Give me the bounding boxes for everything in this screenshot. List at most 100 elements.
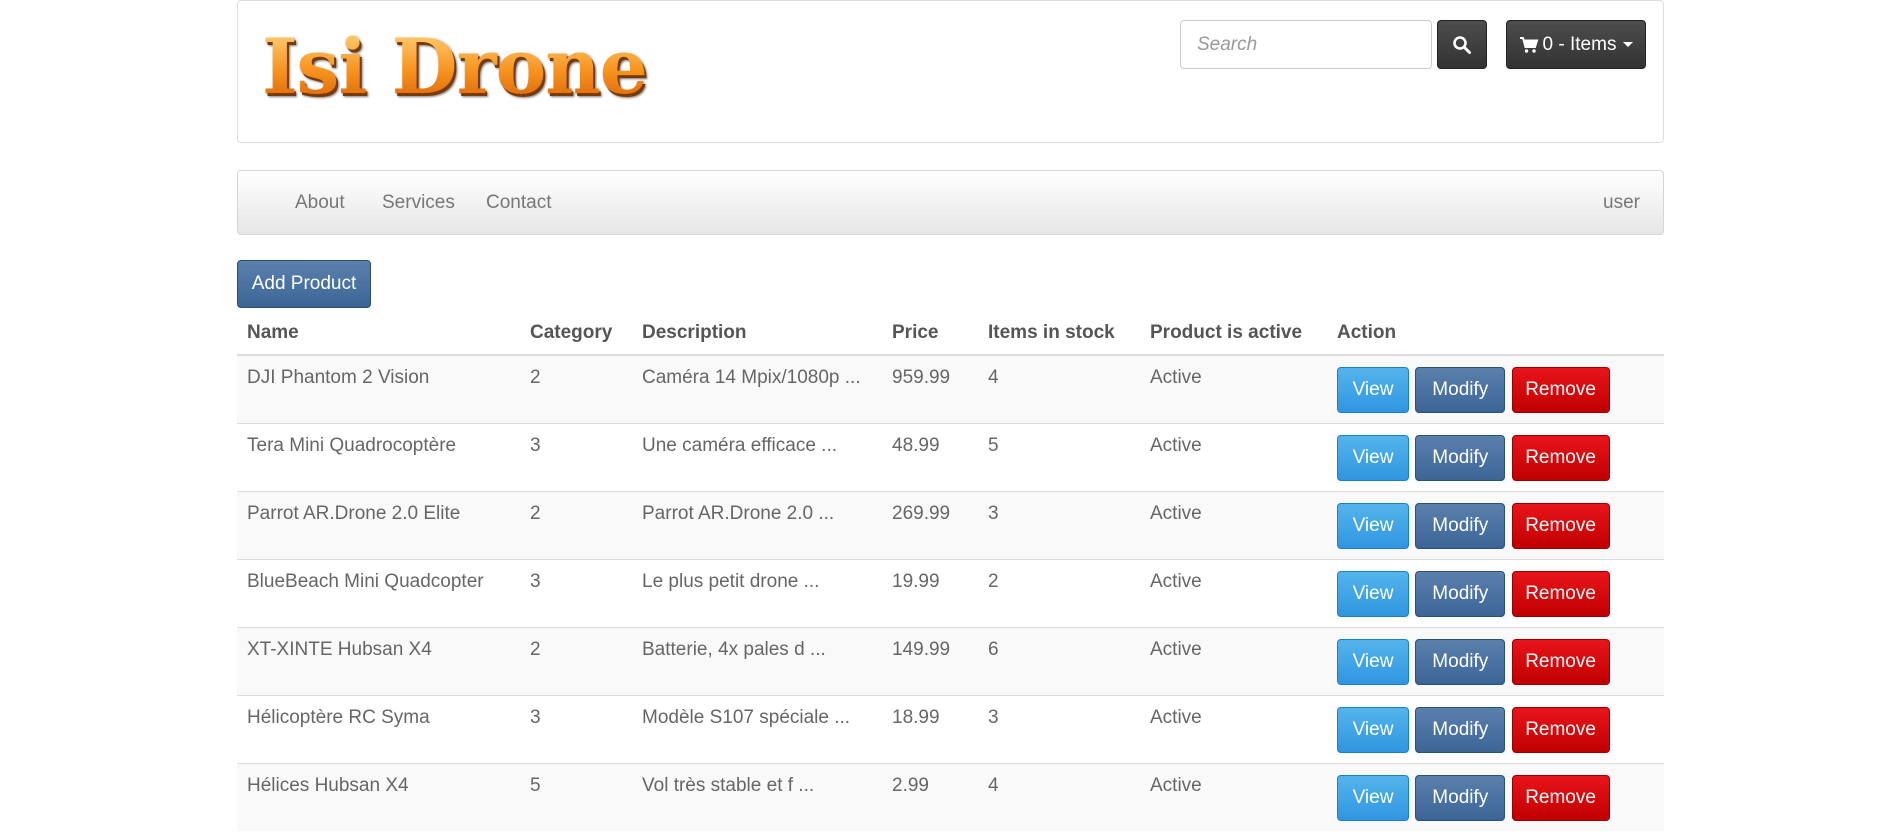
product-description-cell: Caméra 14 Mpix/1080p ... bbox=[632, 354, 882, 423]
site-header: Isi Drone 0 - Items bbox=[237, 0, 1664, 143]
product-price-cell: 48.99 bbox=[882, 422, 978, 491]
product-active-cell: Active bbox=[1140, 762, 1327, 831]
product-actions-cell: View Modify Remove bbox=[1327, 490, 1664, 559]
caret-down-icon bbox=[1623, 42, 1634, 47]
table-row: BlueBeach Mini Quadcopter 3 Le plus peti… bbox=[237, 558, 1664, 627]
modify-button[interactable]: Modify bbox=[1415, 367, 1506, 413]
product-active-cell: Active bbox=[1140, 490, 1327, 559]
product-description-cell: Modèle S107 spéciale ... bbox=[632, 694, 882, 763]
product-category-cell: 2 bbox=[520, 626, 632, 695]
view-button[interactable]: View bbox=[1337, 434, 1409, 481]
product-category-cell: 3 bbox=[520, 422, 632, 491]
remove-button[interactable]: Remove bbox=[1511, 502, 1610, 549]
product-description-cell: Une caméra efficace ... bbox=[632, 422, 882, 491]
product-actions-cell: View Modify Remove bbox=[1327, 626, 1664, 695]
table-row: DJI Phantom 2 Vision 2 Caméra 14 Mpix/10… bbox=[237, 354, 1664, 423]
view-button[interactable]: View bbox=[1337, 570, 1409, 617]
remove-button[interactable]: Remove bbox=[1511, 570, 1610, 617]
add-product-button[interactable]: Add Product bbox=[237, 260, 371, 308]
column-header-price[interactable]: Price bbox=[882, 312, 978, 356]
column-header-stock[interactable]: Items in stock bbox=[978, 312, 1140, 356]
product-active-cell: Active bbox=[1140, 422, 1327, 491]
product-actions-cell: View Modify Remove bbox=[1327, 422, 1664, 491]
product-description-cell: Le plus petit drone ... bbox=[632, 558, 882, 627]
product-stock-cell: 4 bbox=[978, 762, 1140, 831]
table-row: Tera Mini Quadrocoptère 3 Une caméra eff… bbox=[237, 422, 1664, 491]
view-button[interactable]: View bbox=[1337, 638, 1409, 685]
nav-item-about[interactable]: About bbox=[295, 171, 345, 234]
product-name-cell: Tera Mini Quadrocoptère bbox=[237, 422, 520, 491]
modify-button[interactable]: Modify bbox=[1415, 502, 1506, 549]
product-name-cell: Hélices Hubsan X4 bbox=[237, 762, 520, 831]
products-table-container: Name Category Description Price Items in… bbox=[237, 312, 1664, 831]
table-row: Hélices Hubsan X4 5 Vol très stable et f… bbox=[237, 762, 1664, 831]
cart-label: 0 - Items bbox=[1542, 33, 1617, 55]
shopping-cart-icon bbox=[1519, 36, 1538, 53]
product-name-cell: XT-XINTE Hubsan X4 bbox=[237, 626, 520, 695]
product-name-cell: Hélicoptère RC Syma bbox=[237, 694, 520, 763]
column-header-action: Action bbox=[1327, 312, 1664, 356]
product-stock-cell: 2 bbox=[978, 558, 1140, 627]
product-actions-cell: View Modify Remove bbox=[1327, 694, 1664, 763]
modify-button[interactable]: Modify bbox=[1415, 706, 1506, 753]
product-price-cell: 959.99 bbox=[882, 354, 978, 423]
product-description-cell: Batterie, 4x pales d ... bbox=[632, 626, 882, 695]
site-logo[interactable]: Isi Drone bbox=[262, 29, 648, 105]
nav-item-services[interactable]: Services bbox=[382, 171, 455, 234]
column-header-active[interactable]: Product is active bbox=[1140, 312, 1327, 356]
view-button[interactable]: View bbox=[1337, 774, 1409, 821]
product-name-cell: Parrot AR.Drone 2.0 Elite bbox=[237, 490, 520, 559]
table-row: Parrot AR.Drone 2.0 Elite 2 Parrot AR.Dr… bbox=[237, 490, 1664, 559]
cart-dropdown-button[interactable]: 0 - Items bbox=[1506, 20, 1646, 69]
column-header-category[interactable]: Category bbox=[520, 312, 632, 356]
product-name-cell: DJI Phantom 2 Vision bbox=[237, 354, 520, 423]
modify-button[interactable]: Modify bbox=[1415, 774, 1506, 821]
modify-button[interactable]: Modify bbox=[1415, 638, 1506, 685]
view-button[interactable]: View bbox=[1337, 706, 1409, 753]
modify-button[interactable]: Modify bbox=[1415, 570, 1506, 617]
remove-button[interactable]: Remove bbox=[1511, 706, 1610, 753]
table-row: XT-XINTE Hubsan X4 2 Batterie, 4x pales … bbox=[237, 626, 1664, 695]
product-active-cell: Active bbox=[1140, 354, 1327, 423]
page: Isi Drone 0 - Items About Services Conta… bbox=[0, 0, 1895, 832]
product-category-cell: 5 bbox=[520, 762, 632, 831]
product-description-cell: Vol très stable et f ... bbox=[632, 762, 882, 831]
search-icon bbox=[1453, 35, 1471, 54]
main-navbar: About Services Contact user bbox=[237, 170, 1664, 235]
column-header-name[interactable]: Name bbox=[237, 312, 520, 356]
table-header-row: Name Category Description Price Items in… bbox=[237, 312, 1664, 356]
product-category-cell: 2 bbox=[520, 490, 632, 559]
modify-button[interactable]: Modify bbox=[1415, 434, 1506, 481]
user-menu[interactable]: user bbox=[1603, 171, 1640, 234]
product-stock-cell: 3 bbox=[978, 490, 1140, 559]
search-button[interactable] bbox=[1437, 20, 1487, 69]
product-active-cell: Active bbox=[1140, 558, 1327, 627]
search-input[interactable] bbox=[1180, 20, 1432, 69]
product-stock-cell: 5 bbox=[978, 422, 1140, 491]
product-stock-cell: 6 bbox=[978, 626, 1140, 695]
product-actions-cell: View Modify Remove bbox=[1327, 558, 1664, 627]
remove-button[interactable]: Remove bbox=[1511, 434, 1610, 481]
product-price-cell: 18.99 bbox=[882, 694, 978, 763]
view-button[interactable]: View bbox=[1337, 367, 1409, 413]
column-header-description[interactable]: Description bbox=[632, 312, 882, 356]
product-price-cell: 2.99 bbox=[882, 762, 978, 831]
product-stock-cell: 4 bbox=[978, 354, 1140, 423]
remove-button[interactable]: Remove bbox=[1511, 638, 1610, 685]
product-description-cell: Parrot AR.Drone 2.0 ... bbox=[632, 490, 882, 559]
remove-button[interactable]: Remove bbox=[1511, 774, 1610, 821]
product-stock-cell: 3 bbox=[978, 694, 1140, 763]
product-price-cell: 149.99 bbox=[882, 626, 978, 695]
product-category-cell: 3 bbox=[520, 694, 632, 763]
view-button[interactable]: View bbox=[1337, 502, 1409, 549]
product-category-cell: 3 bbox=[520, 558, 632, 627]
product-actions-cell: View Modify Remove bbox=[1327, 354, 1664, 423]
nav-item-contact[interactable]: Contact bbox=[486, 171, 551, 234]
product-active-cell: Active bbox=[1140, 694, 1327, 763]
product-active-cell: Active bbox=[1140, 626, 1327, 695]
product-actions-cell: View Modify Remove bbox=[1327, 762, 1664, 831]
product-price-cell: 269.99 bbox=[882, 490, 978, 559]
remove-button[interactable]: Remove bbox=[1511, 367, 1610, 413]
products-table: Name Category Description Price Items in… bbox=[237, 312, 1664, 831]
product-category-cell: 2 bbox=[520, 354, 632, 423]
